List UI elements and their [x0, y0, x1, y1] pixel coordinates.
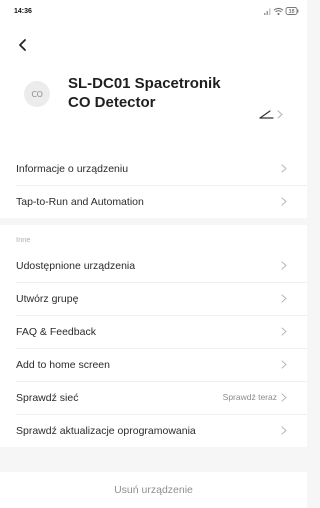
- remove-device-label: Usuń urządzenie: [114, 484, 193, 496]
- chevron-right-icon: [281, 197, 287, 205]
- chevron-right-icon: [281, 360, 287, 368]
- menu-item-faq-feedback[interactable]: FAQ & Feedback: [0, 315, 307, 348]
- menu-item-add-to-home[interactable]: Add to home screen: [0, 348, 307, 381]
- chevron-right-icon: [281, 164, 287, 172]
- menu-item-device-info[interactable]: Informacje o urządzeniu: [0, 152, 307, 185]
- chevron-right-icon: [281, 261, 287, 269]
- signal-icon: [264, 8, 271, 15]
- menu-item-label: Informacje o urządzeniu: [16, 162, 129, 175]
- menu-item-create-group[interactable]: Utwórz grupę: [0, 282, 307, 315]
- device-header: CO SL-DC01 Spacetronik CO Detector: [0, 22, 307, 152]
- chevron-right-icon: [281, 393, 287, 401]
- menu-item-check-updates[interactable]: Sprawdź aktualizacje oprogramowania: [0, 414, 307, 447]
- chevron-right-icon: [281, 426, 287, 434]
- battery-level: 38: [288, 9, 294, 15]
- device-name: SL-DC01 Spacetronik CO Detector: [68, 75, 221, 111]
- check-now-value: Sprawdź teraz: [222, 392, 277, 402]
- chevron-right-icon: [281, 327, 287, 335]
- device-icon: CO: [24, 81, 50, 107]
- battery-icon: 38: [285, 7, 299, 15]
- edit-name-button[interactable]: [257, 107, 287, 121]
- chevron-right-icon: [281, 294, 287, 302]
- device-icon-label: CO: [31, 89, 43, 99]
- menu-item-label: Udostępnione urządzenia: [16, 259, 136, 272]
- pencil-icon: [259, 110, 274, 119]
- back-arrow-icon[interactable]: [16, 38, 30, 52]
- menu-item-label: Sprawdź sieć: [16, 391, 79, 404]
- menu-item-tap-to-run[interactable]: Tap-to-Run and Automation: [0, 185, 307, 218]
- menu-item-label: Sprawdź aktualizacje oprogramowania: [16, 424, 196, 437]
- top-list: Informacje o urządzeniu Tap-to-Run and A…: [0, 152, 307, 218]
- section-title: Inne: [16, 235, 31, 244]
- menu-item-label: FAQ & Feedback: [16, 325, 96, 338]
- menu-item-shared-devices[interactable]: Udostępnione urządzenia: [0, 249, 307, 282]
- status-time: 14:36: [14, 8, 32, 15]
- status-icons: 38: [264, 7, 299, 16]
- status-bar: 14:36 38: [0, 0, 307, 22]
- chevron-right-icon: [277, 110, 283, 119]
- wifi-icon: [273, 7, 284, 16]
- menu-item-check-network[interactable]: Sprawdź sieć Sprawdź teraz: [0, 381, 307, 414]
- menu-item-label: Utwórz grupę: [16, 292, 79, 305]
- other-section: Inne Udostępnione urządzenia Utwórz grup…: [0, 225, 307, 447]
- menu-item-label: Tap-to-Run and Automation: [16, 195, 144, 208]
- remove-device-button[interactable]: Usuń urządzenie: [0, 472, 307, 508]
- menu-item-label: Add to home screen: [16, 358, 110, 371]
